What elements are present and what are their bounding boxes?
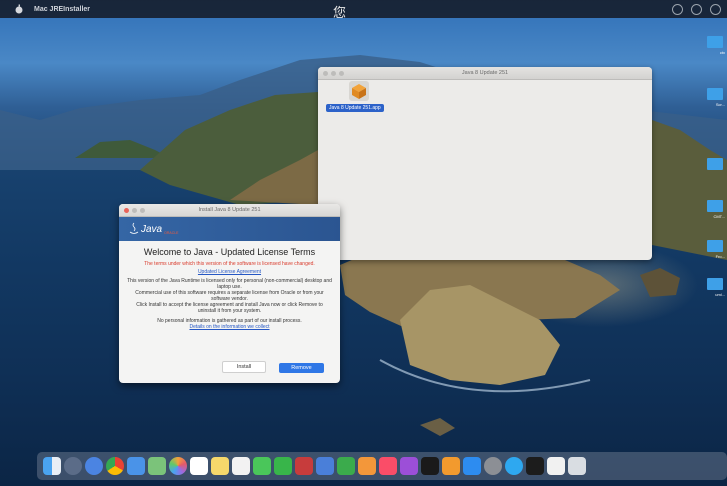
- trash-icon[interactable]: [568, 457, 586, 475]
- documents-icon[interactable]: [547, 457, 565, 475]
- music-icon[interactable]: [379, 457, 397, 475]
- java-cup-icon: [129, 222, 139, 234]
- dock: [37, 452, 727, 480]
- oracle-logo-text: ORACLE: [164, 231, 179, 235]
- desktop-icons: ctx Scr... CMT... Fro... uml...: [707, 28, 727, 328]
- instructions-paragraph: Click Install to accept the license agre…: [136, 302, 323, 314]
- license-paragraph: This version of the Java Runtime is lice…: [127, 278, 332, 290]
- notes-icon[interactable]: [211, 457, 229, 475]
- desktop: Mac JREInstaller 您 ctx Scr... CMT... Fro…: [0, 0, 727, 486]
- mail-icon[interactable]: [127, 457, 145, 475]
- maps-icon[interactable]: [148, 457, 166, 475]
- folder-icon[interactable]: [707, 158, 723, 170]
- folder-icon[interactable]: [707, 88, 723, 100]
- java-header-banner: Java ORACLE: [119, 217, 340, 241]
- finder-titlebar[interactable]: Java 8 Update 251: [318, 67, 652, 80]
- app-store-icon[interactable]: [463, 457, 481, 475]
- finder-window: Java 8 Update 251 Java 8 Update 251.app: [318, 67, 652, 260]
- desktop-label: ctx: [719, 50, 725, 55]
- folder-icon[interactable]: [707, 278, 723, 290]
- desktop-label: Scr...: [715, 102, 725, 107]
- messages-icon[interactable]: [253, 457, 271, 475]
- license-warning: The terms under which this version of th…: [144, 261, 315, 267]
- installer-window-title: Install Java 8 Update 251: [198, 207, 261, 213]
- photos-icon[interactable]: [169, 457, 187, 475]
- qq-icon[interactable]: [505, 457, 523, 475]
- calendar-icon[interactable]: [190, 457, 208, 475]
- install-button[interactable]: Install: [222, 361, 266, 373]
- java-installer-window: Install Java 8 Update 251 Java ORACLE We…: [119, 204, 340, 383]
- terminal-icon[interactable]: [526, 457, 544, 475]
- folder-icon[interactable]: [707, 36, 723, 48]
- file-label[interactable]: Java 8 Update 251.app: [326, 104, 384, 112]
- menu-app-name[interactable]: Mac JREInstaller: [34, 6, 90, 13]
- desktop-label: Fro...: [715, 254, 725, 259]
- installer-titlebar[interactable]: Install Java 8 Update 251: [119, 204, 340, 217]
- books-icon[interactable]: [442, 457, 460, 475]
- launchpad-icon[interactable]: [64, 457, 82, 475]
- folder-icon[interactable]: [707, 240, 723, 252]
- privacy-details-link[interactable]: Details on the information we collect: [127, 324, 332, 330]
- control-icon[interactable]: [710, 4, 721, 15]
- photo-booth-icon[interactable]: [295, 457, 313, 475]
- commercial-paragraph: Commercial use of this software requires…: [135, 290, 324, 302]
- desktop-label: CMT...: [713, 214, 725, 219]
- tv-icon[interactable]: [421, 457, 439, 475]
- clock-icon[interactable]: [691, 4, 702, 15]
- safari-icon[interactable]: [85, 457, 103, 475]
- remove-button[interactable]: Remove: [279, 363, 324, 373]
- finder-icon[interactable]: [43, 457, 61, 475]
- apple-icon[interactable]: [14, 4, 24, 14]
- pages-icon[interactable]: [358, 457, 376, 475]
- license-agreement-link[interactable]: Updated License Agreement: [127, 269, 332, 275]
- podcasts-icon[interactable]: [400, 457, 418, 475]
- menu-bar: Mac JREInstaller 您: [0, 0, 727, 20]
- finder-window-title: Java 8 Update 251: [461, 70, 509, 76]
- java-logo-text: Java: [141, 223, 163, 235]
- installer-heading: Welcome to Java - Updated License Terms: [143, 247, 316, 257]
- installer-content: Welcome to Java - Updated License Terms …: [119, 247, 340, 330]
- facetime-icon[interactable]: [274, 457, 292, 475]
- input-method-glyph: 您: [333, 5, 347, 20]
- folder-icon[interactable]: [707, 200, 723, 212]
- status-area: [672, 4, 721, 15]
- numbers-icon[interactable]: [337, 457, 355, 475]
- system-preferences-icon[interactable]: [484, 457, 502, 475]
- reminders-icon[interactable]: [232, 457, 250, 475]
- chrome-icon[interactable]: [106, 457, 124, 475]
- package-icon[interactable]: [348, 80, 370, 102]
- keynote-icon[interactable]: [316, 457, 334, 475]
- status-icon[interactable]: [672, 4, 683, 15]
- desktop-label: uml...: [715, 292, 725, 297]
